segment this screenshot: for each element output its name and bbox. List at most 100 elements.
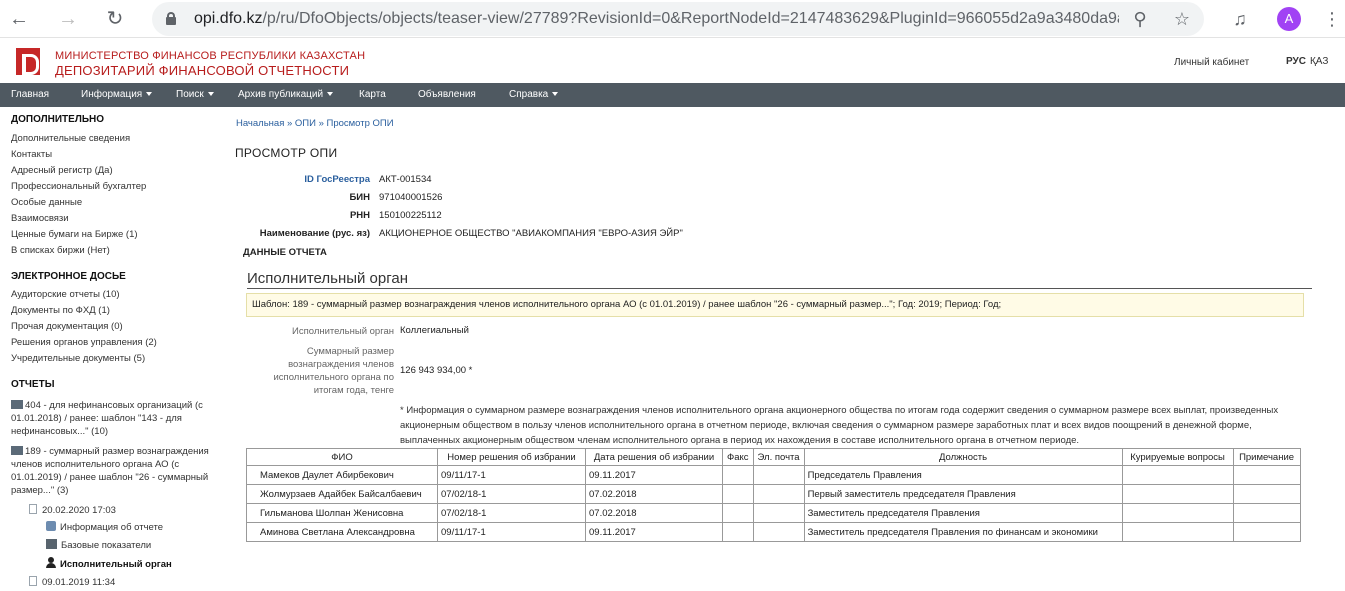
sidebar-item-other-docs[interactable]: Прочая документация (0): [11, 321, 123, 332]
cell-fio: Мамеков Даулет Абирбекович: [246, 465, 438, 485]
kebab-menu-icon[interactable]: ⋮: [1320, 7, 1344, 31]
nav-announcements[interactable]: Объявления: [418, 83, 476, 107]
field-value-registry-id: АКТ-001534: [379, 174, 432, 185]
sidebar-item-securities[interactable]: Ценные бумаги на Бирже (1): [11, 229, 138, 240]
cell-decision-number: 09/11/17-1: [437, 465, 586, 485]
personal-cabinet-link[interactable]: Личный кабинет: [1174, 57, 1249, 68]
sidebar-item-management-decisions[interactable]: Решения органов управления (2): [11, 337, 157, 348]
info-icon: [46, 521, 56, 531]
sidebar-item-audit-reports[interactable]: Аудиторские отчеты (10): [11, 289, 120, 300]
cell-decision-date: 07.02.2018: [585, 503, 723, 523]
sidebar-item-additional-info[interactable]: Дополнительные сведения: [11, 133, 130, 144]
table-header-row: ФИО Номер решения об избрании Дата решен…: [246, 448, 1301, 466]
sidebar-item-address-register[interactable]: Адресный регистр (Да): [11, 165, 113, 176]
indicator-label-remuneration: Суммарный размер вознаграждения членов и…: [273, 346, 395, 396]
template-info-box: Шаблон: 189 - суммарный размер вознаграж…: [246, 293, 1304, 317]
lang-kaz[interactable]: ҚАЗ: [1310, 56, 1328, 67]
user-icon: [46, 557, 56, 568]
nav-search[interactable]: Поиск: [176, 83, 214, 107]
sidebar-item-accountant[interactable]: Профессиональный бухгалтер: [11, 181, 146, 192]
profile-avatar[interactable]: A: [1277, 7, 1301, 31]
cell-fax: [722, 522, 754, 542]
address-bar[interactable]: opi.dfo.kz/p/ru/DfoObjects/objects/tease…: [152, 2, 1204, 36]
cell-decision-number: 07/02/18-1: [437, 503, 586, 523]
org-name-line1: МИНИСТЕРСТВО ФИНАНСОВ РЕСПУБЛИКИ КАЗАХСТ…: [55, 50, 366, 62]
nav-map[interactable]: Карта: [359, 83, 386, 107]
cell-position: Заместитель председателя Правления по фи…: [803, 522, 1123, 542]
cell-decision-date: 07.02.2018: [585, 484, 723, 504]
sidebar-item-exchange-lists[interactable]: В списках биржи (Нет): [11, 245, 110, 256]
nav-archive[interactable]: Архив публикаций: [238, 83, 334, 107]
cell-supervised-issues: [1121, 503, 1234, 523]
executive-members-table: ФИО Номер решения об избрании Дата решен…: [246, 448, 1301, 542]
url-text[interactable]: opi.dfo.kz/p/ru/DfoObjects/objects/tease…: [194, 10, 1119, 28]
field-value-rnn: 150100225112: [379, 210, 442, 221]
tree-node-date-2019[interactable]: 09.01.2019 11:34: [29, 576, 115, 588]
field-label-bin: БИН: [349, 192, 370, 203]
cell-email: [752, 522, 805, 542]
sidebar-item-founding-docs[interactable]: Учредительные документы (5): [11, 353, 145, 364]
chevron-down-icon: [146, 92, 153, 97]
table-row: Гильманова Шолпан Женисовна 07/02/18-1 0…: [246, 503, 1301, 523]
cell-supervised-issues: [1121, 522, 1234, 542]
tree-node-base-indicators[interactable]: Базовые показатели: [46, 539, 151, 551]
cell-supervised-issues: [1121, 484, 1234, 504]
cell-fio: Аминова Светлана Александровна: [246, 522, 438, 542]
search-zoom-icon[interactable]: ⚲: [1128, 7, 1152, 31]
tree-node-executive-body[interactable]: Исполнительный орган: [46, 557, 172, 570]
sidebar-section-additional: ДОПОЛНИТЕЛЬНО: [11, 114, 105, 125]
cell-fax: [722, 484, 754, 504]
main-nav: Главная Информация Поиск Архив публикаци…: [0, 83, 1345, 107]
title-divider: [247, 288, 1312, 289]
site-header: МИНИСТЕРСТВО ФИНАНСОВ РЕСПУБЛИКИ КАЗАХСТ…: [0, 38, 1345, 83]
cell-fax: [722, 465, 754, 485]
forward-arrow-icon[interactable]: →: [56, 7, 80, 31]
media-playlist-icon[interactable]: ♫: [1228, 7, 1252, 31]
bookmark-star-icon[interactable]: ☆: [1170, 7, 1194, 31]
nav-info[interactable]: Информация: [81, 83, 153, 107]
cell-note: [1232, 503, 1301, 523]
col-header-email: Эл. почта: [752, 448, 805, 466]
indicator-value-remuneration: 126 943 934,00 *: [400, 365, 473, 376]
cell-supervised-issues: [1121, 465, 1234, 485]
field-label-rnn: РНН: [349, 210, 370, 221]
cell-email: [752, 484, 805, 504]
table-row: Аминова Светлана Александровна 09/11/17-…: [246, 522, 1301, 542]
cell-decision-date: 09.11.2017: [585, 522, 723, 542]
sidebar-item-relations[interactable]: Взаимосвязи: [11, 213, 69, 224]
back-arrow-icon[interactable]: ←: [7, 7, 31, 31]
indicator-value-exec-body: Коллегиальный: [400, 325, 469, 336]
cell-note: [1232, 465, 1301, 485]
cell-fax: [722, 503, 754, 523]
language-switcher: РУС ҚАЗ: [1286, 56, 1328, 67]
dfo-logo-icon[interactable]: [16, 48, 40, 75]
sidebar-section-dossier: ЭЛЕКТРОННОЕ ДОСЬЕ: [11, 271, 126, 282]
document-icon: [29, 576, 37, 586]
field-label-name: Наименование (рус. яз): [259, 228, 370, 239]
sidebar-report-189[interactable]: 189 - суммарный размер вознаграждения чл…: [11, 445, 221, 497]
tree-node-report-info[interactable]: Информация об отчете: [46, 521, 163, 533]
nav-home[interactable]: Главная: [11, 83, 49, 107]
sidebar-item-special-data[interactable]: Особые данные: [11, 197, 82, 208]
reload-icon[interactable]: ↻: [103, 7, 127, 31]
sidebar-item-contacts[interactable]: Контакты: [11, 149, 52, 160]
remuneration-footnote: * Информация о суммарном размере вознагр…: [400, 405, 1279, 446]
col-header-decision-date: Дата решения об избрании: [585, 448, 723, 466]
lang-rus[interactable]: РУС: [1286, 56, 1306, 67]
cell-decision-date: 09.11.2017: [585, 465, 723, 485]
breadcrumb[interactable]: Начальная » ОПИ » Просмотр ОПИ: [236, 118, 394, 129]
page-title: ПРОСМОТР ОПИ: [235, 146, 338, 160]
cell-position: Заместитель председателя Правления: [803, 503, 1123, 523]
col-header-note: Примечание: [1232, 448, 1301, 466]
sidebar-report-404[interactable]: 404 - для нефинансовых организаций (с 01…: [11, 399, 221, 438]
sidebar-item-fhd-docs[interactable]: Документы по ФХД (1): [11, 305, 110, 316]
cell-email: [752, 503, 805, 523]
table-row: Мамеков Даулет Абирбекович 09/11/17-1 09…: [246, 465, 1301, 485]
nav-help[interactable]: Справка: [509, 83, 559, 107]
lock-icon: [166, 12, 176, 25]
cell-position: Первый заместитель председателя Правлени…: [803, 484, 1123, 504]
tree-node-date-2020[interactable]: 20.02.2020 17:03: [29, 504, 116, 516]
cell-decision-number: 09/11/17-1: [437, 522, 586, 542]
chevron-down-icon: [207, 92, 214, 97]
table-row: Жолмурзаев Адайбек Байсалбаевич 07/02/18…: [246, 484, 1301, 504]
